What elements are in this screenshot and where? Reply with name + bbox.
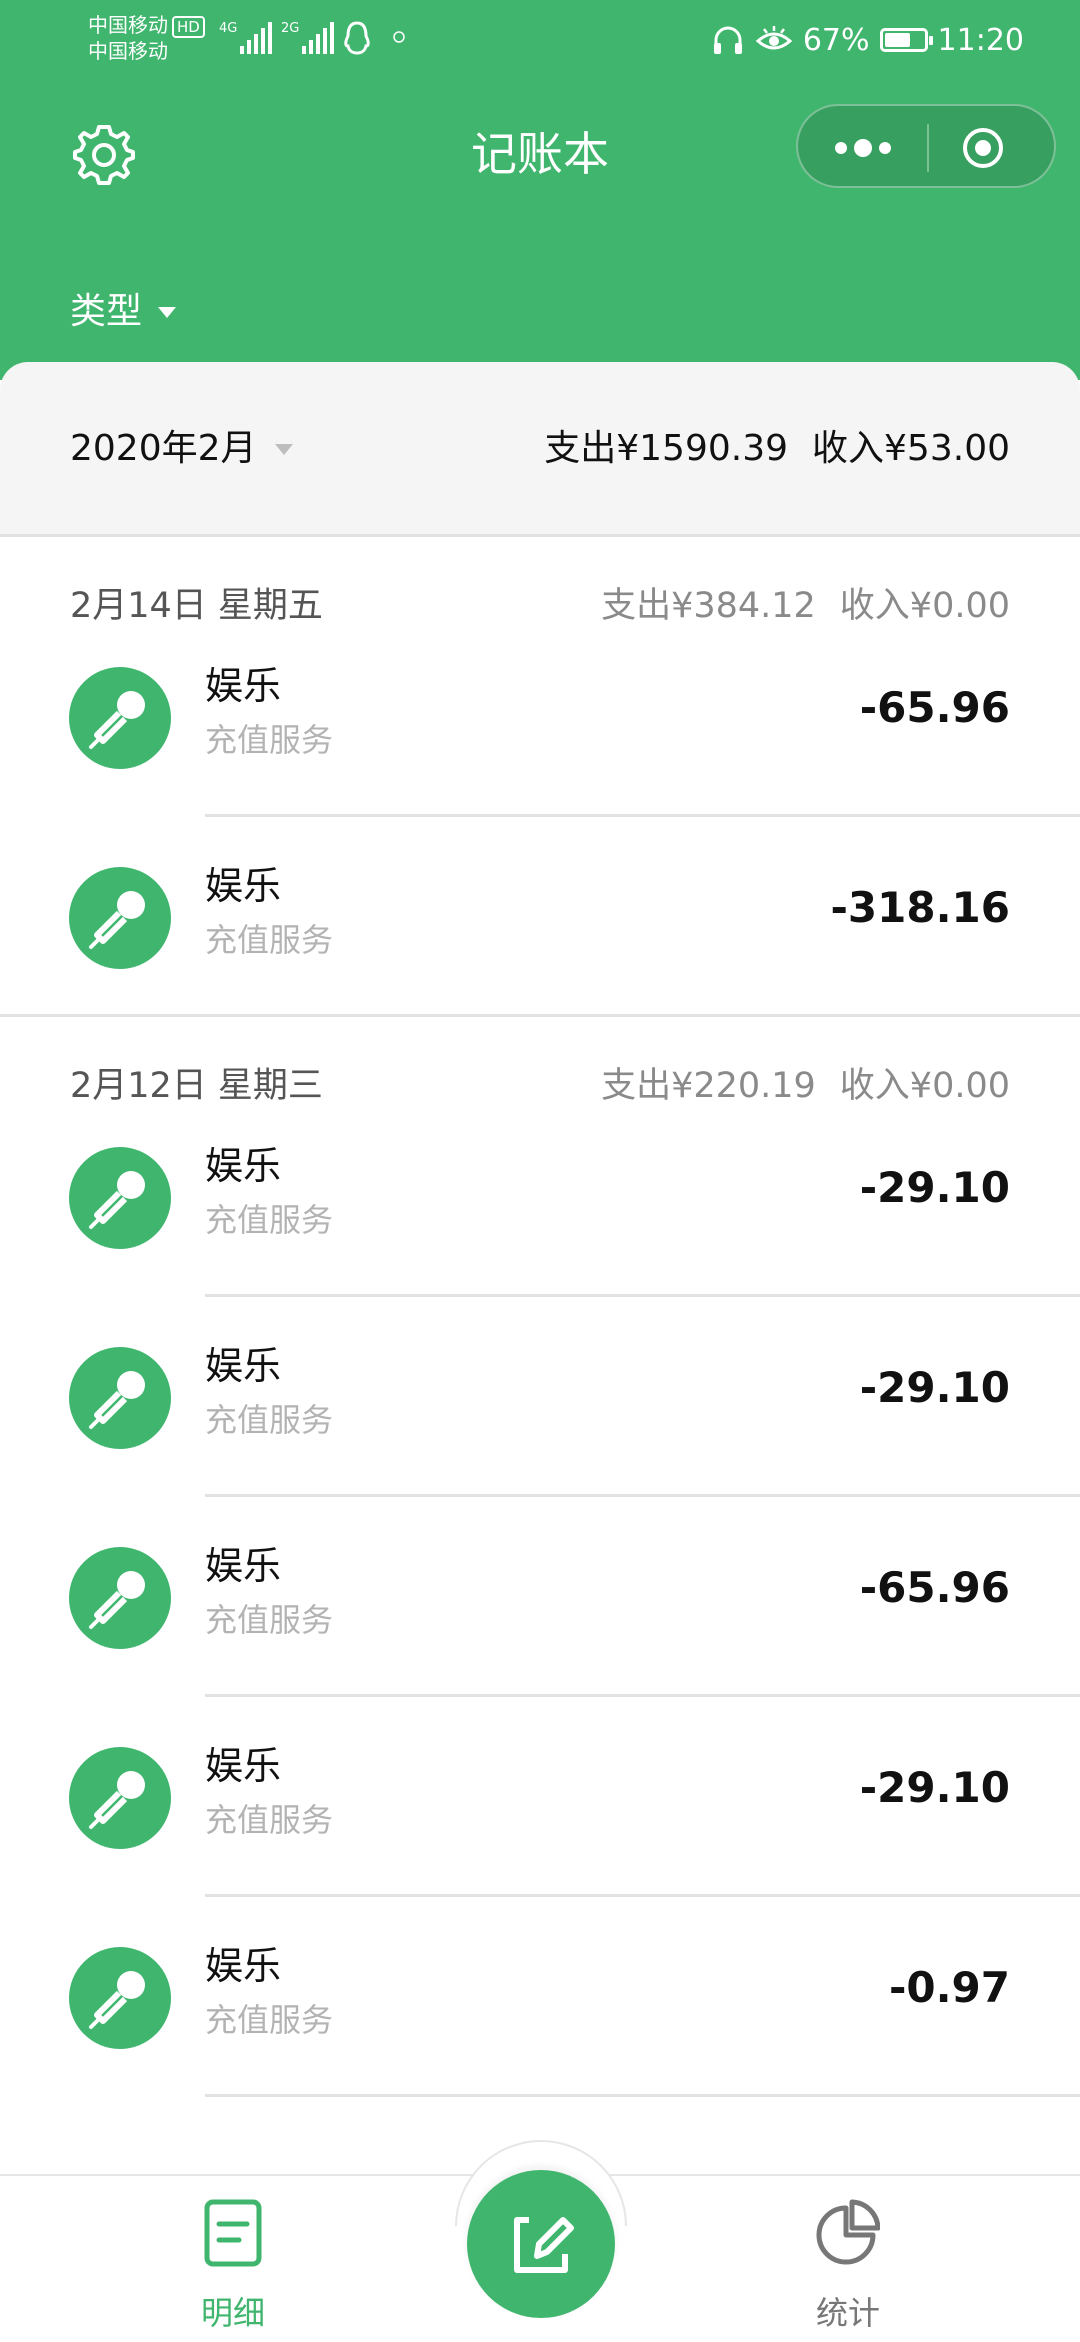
type-filter-label: 类型 (70, 291, 143, 332)
entry-amount: -29.10 (859, 1163, 1010, 1212)
month-totals: 支出¥1590.39 收入¥53.00 (544, 425, 1010, 473)
signal-4g-icon: 4G (219, 21, 272, 54)
month-summary-bar: 2020年2月 支出¥1590.39 收入¥53.00 (0, 362, 1080, 534)
battery-icon (879, 28, 933, 52)
headset-icon (713, 26, 742, 54)
transaction-list[interactable]: 2月14日 星期五 支出¥384.12 收入¥0.00 娱乐 充值服务 -65.9… (0, 534, 1080, 2174)
entry-note: 充值服务 (205, 1401, 334, 1439)
pie-chart-icon (816, 2199, 880, 2265)
entry-category: 娱乐 (205, 1144, 282, 1188)
day-header: 2月12日 星期三 支出¥220.19 收入¥0.00 (0, 1017, 1080, 1106)
capsule-divider (927, 124, 929, 172)
entry-category: 娱乐 (205, 1944, 282, 1988)
list-item[interactable]: 娱乐 充值服务 -29.10 (0, 1097, 1080, 1297)
entry-note: 充值服务 (205, 1201, 334, 1239)
list-item[interactable]: 娱乐 充值服务 -318.16 (0, 817, 1080, 1017)
status-bar: 中国移动 HD 中国移动 4G 2G 67% 11:20 (0, 0, 1080, 80)
entry-category: 娱乐 (205, 864, 282, 908)
list-item[interactable]: 娱乐 充值服务 -65.96 (0, 1497, 1080, 1697)
list-item[interactable]: 娱乐 充值服务 -29.10 (0, 1297, 1080, 1497)
entry-note: 充值服务 (205, 1801, 334, 1839)
microphone-icon (69, 867, 171, 969)
add-entry-button[interactable] (467, 2170, 615, 2318)
type-filter[interactable]: 类型 (70, 288, 177, 336)
month-label: 2020年2月 (70, 428, 257, 469)
mini-program-capsule (796, 104, 1056, 188)
entry-note: 充值服务 (205, 921, 334, 959)
clock: 11:20 (937, 22, 1024, 58)
document-icon (204, 2199, 262, 2267)
entry-amount: -65.96 (859, 1563, 1010, 1612)
tab-detail-label: 明细 (200, 2294, 265, 2332)
entry-note: 充值服务 (205, 2001, 334, 2039)
entry-category: 娱乐 (205, 1544, 282, 1588)
tab-stats-label: 统计 (815, 2294, 880, 2332)
entry-category: 娱乐 (205, 664, 282, 708)
battery-fill (884, 33, 910, 47)
entry-amount: -0.97 (888, 1963, 1010, 2012)
microphone-icon (69, 1347, 171, 1449)
entry-note: 充值服务 (205, 1601, 334, 1639)
net-1-label: 4G (219, 21, 237, 36)
target-icon[interactable] (961, 126, 1005, 170)
chevron-down-icon (274, 443, 293, 455)
list-item[interactable]: 娱乐 充值服务 -0.97 (0, 1897, 1080, 2097)
small-status-icon (393, 31, 405, 43)
hd-badge: HD (172, 15, 205, 38)
microphone-icon (69, 667, 171, 769)
entry-amount: -29.10 (859, 1763, 1010, 1812)
microphone-icon (69, 1547, 171, 1649)
carrier-info: 中国移动 HD 中国移动 (88, 12, 205, 64)
microphone-icon (69, 1147, 171, 1249)
entry-category: 娱乐 (205, 1744, 282, 1788)
edit-icon (514, 2217, 574, 2273)
day-header: 2月14日 星期五 支出¥384.12 收入¥0.00 (0, 537, 1080, 626)
list-item[interactable]: 娱乐 充值服务 -65.96 (0, 617, 1080, 817)
list-item[interactable]: 娱乐 充值服务 -29.10 (0, 1697, 1080, 1897)
net-2-label: 2G (281, 21, 299, 36)
carrier-1: 中国移动 (88, 13, 168, 37)
month-expense: 支出¥1590.39 (544, 428, 789, 469)
entry-amount: -29.10 (859, 1363, 1010, 1412)
header: 中国移动 HD 中国移动 4G 2G 67% 11:20 记账本 类型 (0, 0, 1080, 380)
status-right: 67% 11:20 (711, 18, 1024, 62)
eye-icon (755, 26, 793, 50)
entry-note: 充值服务 (205, 721, 334, 759)
more-dots-icon[interactable] (830, 128, 896, 168)
chevron-down-icon (158, 306, 177, 318)
entry-category: 娱乐 (205, 1344, 282, 1388)
month-income: 收入¥53.00 (812, 428, 1010, 469)
entry-amount: -318.16 (830, 883, 1010, 932)
carrier-2: 中国移动 (88, 39, 168, 63)
signal-2g-icon: 2G (281, 21, 334, 54)
microphone-icon (69, 1947, 171, 2049)
entry-amount: -65.96 (859, 683, 1010, 732)
tab-detail[interactable]: 明细 (133, 2176, 333, 2342)
microphone-icon (69, 1747, 171, 1849)
month-picker[interactable]: 2020年2月 (70, 425, 293, 473)
title-bar: 记账本 (0, 100, 1080, 210)
qq-notification-icon (344, 21, 370, 55)
tab-stats[interactable]: 统计 (748, 2176, 948, 2342)
divider (205, 2094, 1080, 2097)
battery-percent: 67% (802, 22, 870, 58)
